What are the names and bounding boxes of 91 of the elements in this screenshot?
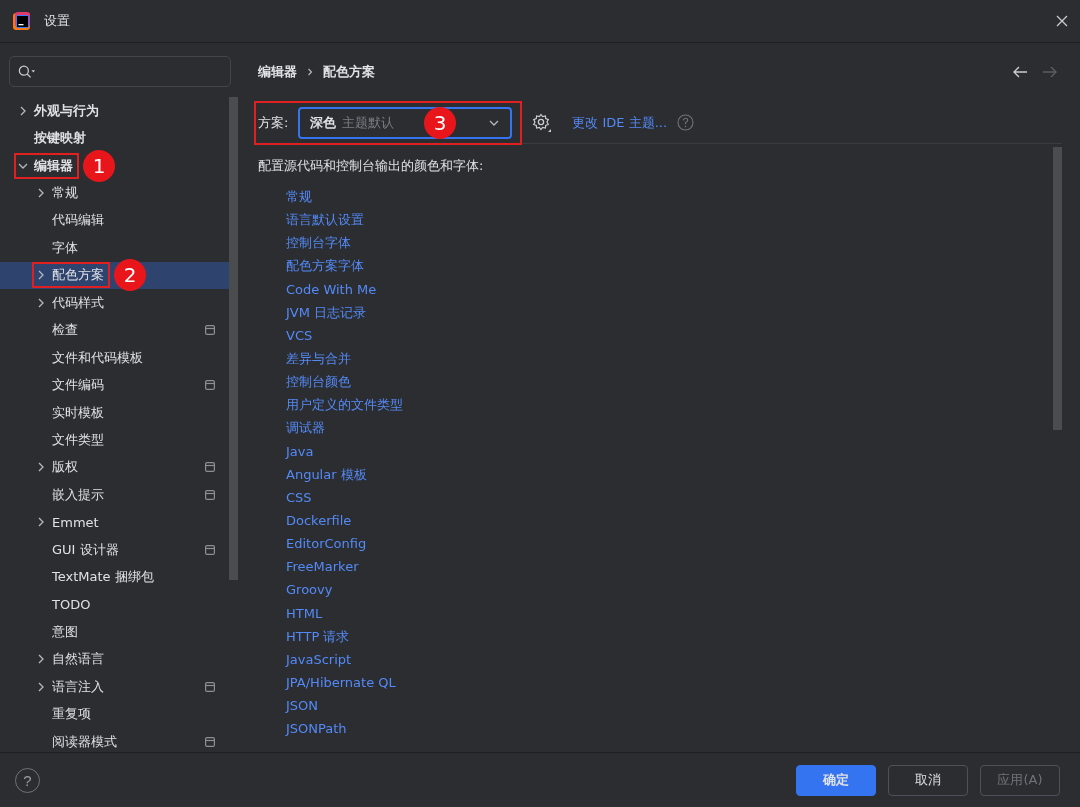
tree-item[interactable]: 按键映射 [0, 124, 229, 152]
tree-item[interactable]: 配色方案 2 [0, 261, 229, 290]
category-link[interactable]: HTTP 请求 [286, 624, 350, 648]
close-icon[interactable] [1056, 15, 1068, 27]
category-link[interactable]: 配色方案字体 [286, 254, 364, 278]
category-link[interactable]: JPA/Hibernate QL [286, 670, 396, 695]
category-link[interactable]: 控制台颜色 [286, 370, 351, 394]
item-label: 字体 [52, 238, 78, 257]
tree-item[interactable]: 外观与行为 [0, 97, 229, 125]
tree-item[interactable]: 文件类型 [0, 426, 229, 454]
item-label: 文件类型 [52, 430, 104, 449]
category-link[interactable]: Groovy [286, 578, 333, 602]
item-label: 自然语言 [52, 650, 104, 669]
category-link[interactable]: 差异与合并 [286, 347, 351, 371]
tree-item[interactable]: 文件编码 [0, 371, 229, 399]
tree-item[interactable]: 文件和代码模板 [0, 343, 229, 372]
category-link[interactable]: 常规 [286, 185, 312, 209]
item-label: Emmet [52, 514, 99, 530]
tree-item[interactable]: 语言注入 [0, 673, 229, 701]
tree-item[interactable]: 意图 [0, 618, 229, 646]
category-link[interactable]: Code With Me [286, 277, 377, 301]
item-label: 文件编码 [52, 376, 104, 395]
category-link[interactable]: 用户定义的文件类型 [286, 393, 403, 417]
tree-item[interactable]: 嵌入提示 [0, 481, 229, 509]
help-icon[interactable] [677, 114, 695, 131]
category-link[interactable]: JavaScript [286, 647, 352, 671]
item-label: 编辑器 [34, 156, 73, 175]
gear-icon[interactable] [532, 112, 553, 133]
item-label: 嵌入提示 [52, 485, 104, 504]
category-link[interactable]: CSS [286, 485, 312, 509]
window-title: 设置 [44, 12, 71, 30]
tree-item[interactable]: 常规 [0, 179, 229, 207]
item-label: 配色方案 [52, 266, 104, 285]
tree-item[interactable]: 代码样式 [0, 289, 229, 317]
tree-item[interactable]: 实时模板 [0, 398, 229, 427]
tree-item[interactable]: 字体 [0, 234, 229, 262]
category-link[interactable]: JVM 日志记录 [286, 300, 367, 324]
item-label: TextMate 捆绑包 [52, 568, 154, 587]
category-link[interactable]: VCS [286, 323, 313, 347]
category-link[interactable]: 语言默认设置 [286, 208, 364, 232]
tree-item[interactable]: 代码编辑 [0, 206, 229, 235]
category-link[interactable]: JSONPath [286, 717, 347, 741]
category-link[interactable]: EditorConfig [286, 532, 367, 556]
category-link[interactable]: 调试器 [286, 416, 325, 440]
dialog-button[interactable]: 取消 [888, 764, 968, 796]
item-label: 阅读器模式 [52, 732, 117, 751]
tree-item[interactable]: 阅读器模式 [0, 728, 229, 756]
tree-item[interactable]: 重复项 [0, 700, 229, 729]
back-arrow-icon[interactable] [1012, 65, 1028, 79]
tree-item[interactable]: Emmet [0, 508, 229, 536]
search-field[interactable] [9, 56, 231, 87]
item-label: 代码样式 [52, 293, 104, 312]
tree-item[interactable]: 编辑器 1 [0, 151, 229, 180]
tree-item[interactable]: 自然语言 [0, 645, 229, 674]
item-label: 版权 [52, 458, 78, 477]
item-label: 文件和代码模板 [52, 348, 143, 367]
item-label: GUI 设计器 [52, 540, 119, 559]
item-label: 检查 [52, 321, 78, 340]
item-label: 常规 [52, 184, 78, 203]
category-link[interactable]: FreeMarker [286, 555, 359, 579]
change-theme-link[interactable]: 更改 IDE 主题... [572, 113, 668, 132]
category-link[interactable]: Angular 模板 [286, 462, 367, 486]
step-number: 1 [83, 149, 115, 182]
breadcrumb-item[interactable]: 编辑器 [258, 63, 297, 81]
step-number: 2 [114, 259, 146, 292]
breadcrumb-item[interactable]: 配色方案 [323, 63, 375, 81]
scheme-label: 方案: [258, 113, 289, 132]
app-logo-icon [12, 11, 32, 31]
item-label: 实时模板 [52, 403, 104, 422]
search-icon [18, 63, 36, 80]
description-text: 配置源代码和控制台输出的颜色和字体: [258, 157, 484, 175]
item-label: 代码编辑 [52, 211, 104, 230]
category-link[interactable]: JSON [286, 694, 319, 718]
item-label: 重复项 [52, 705, 91, 724]
item-label: 外观与行为 [34, 101, 99, 120]
item-label: TODO [52, 597, 91, 613]
scrollbar[interactable] [1053, 147, 1062, 430]
tree-item[interactable]: TextMate 捆绑包 [0, 563, 229, 591]
tree-item[interactable]: GUI 设计器 [0, 536, 229, 564]
tree-item[interactable]: 版权 [0, 453, 229, 482]
category-link[interactable]: Java [286, 439, 314, 463]
item-label: 语言注入 [52, 677, 104, 696]
category-link[interactable]: 控制台字体 [286, 231, 351, 255]
item-label: 意图 [52, 623, 78, 642]
chevron-icon [305, 67, 315, 77]
tree-item[interactable]: TODO [0, 590, 229, 619]
item-label: 按键映射 [34, 129, 86, 148]
scrollbar[interactable] [229, 97, 238, 580]
tree-item[interactable]: 检查 [0, 316, 229, 344]
category-link[interactable]: Dockerfile [286, 508, 352, 533]
category-link[interactable]: HTML [286, 601, 323, 625]
